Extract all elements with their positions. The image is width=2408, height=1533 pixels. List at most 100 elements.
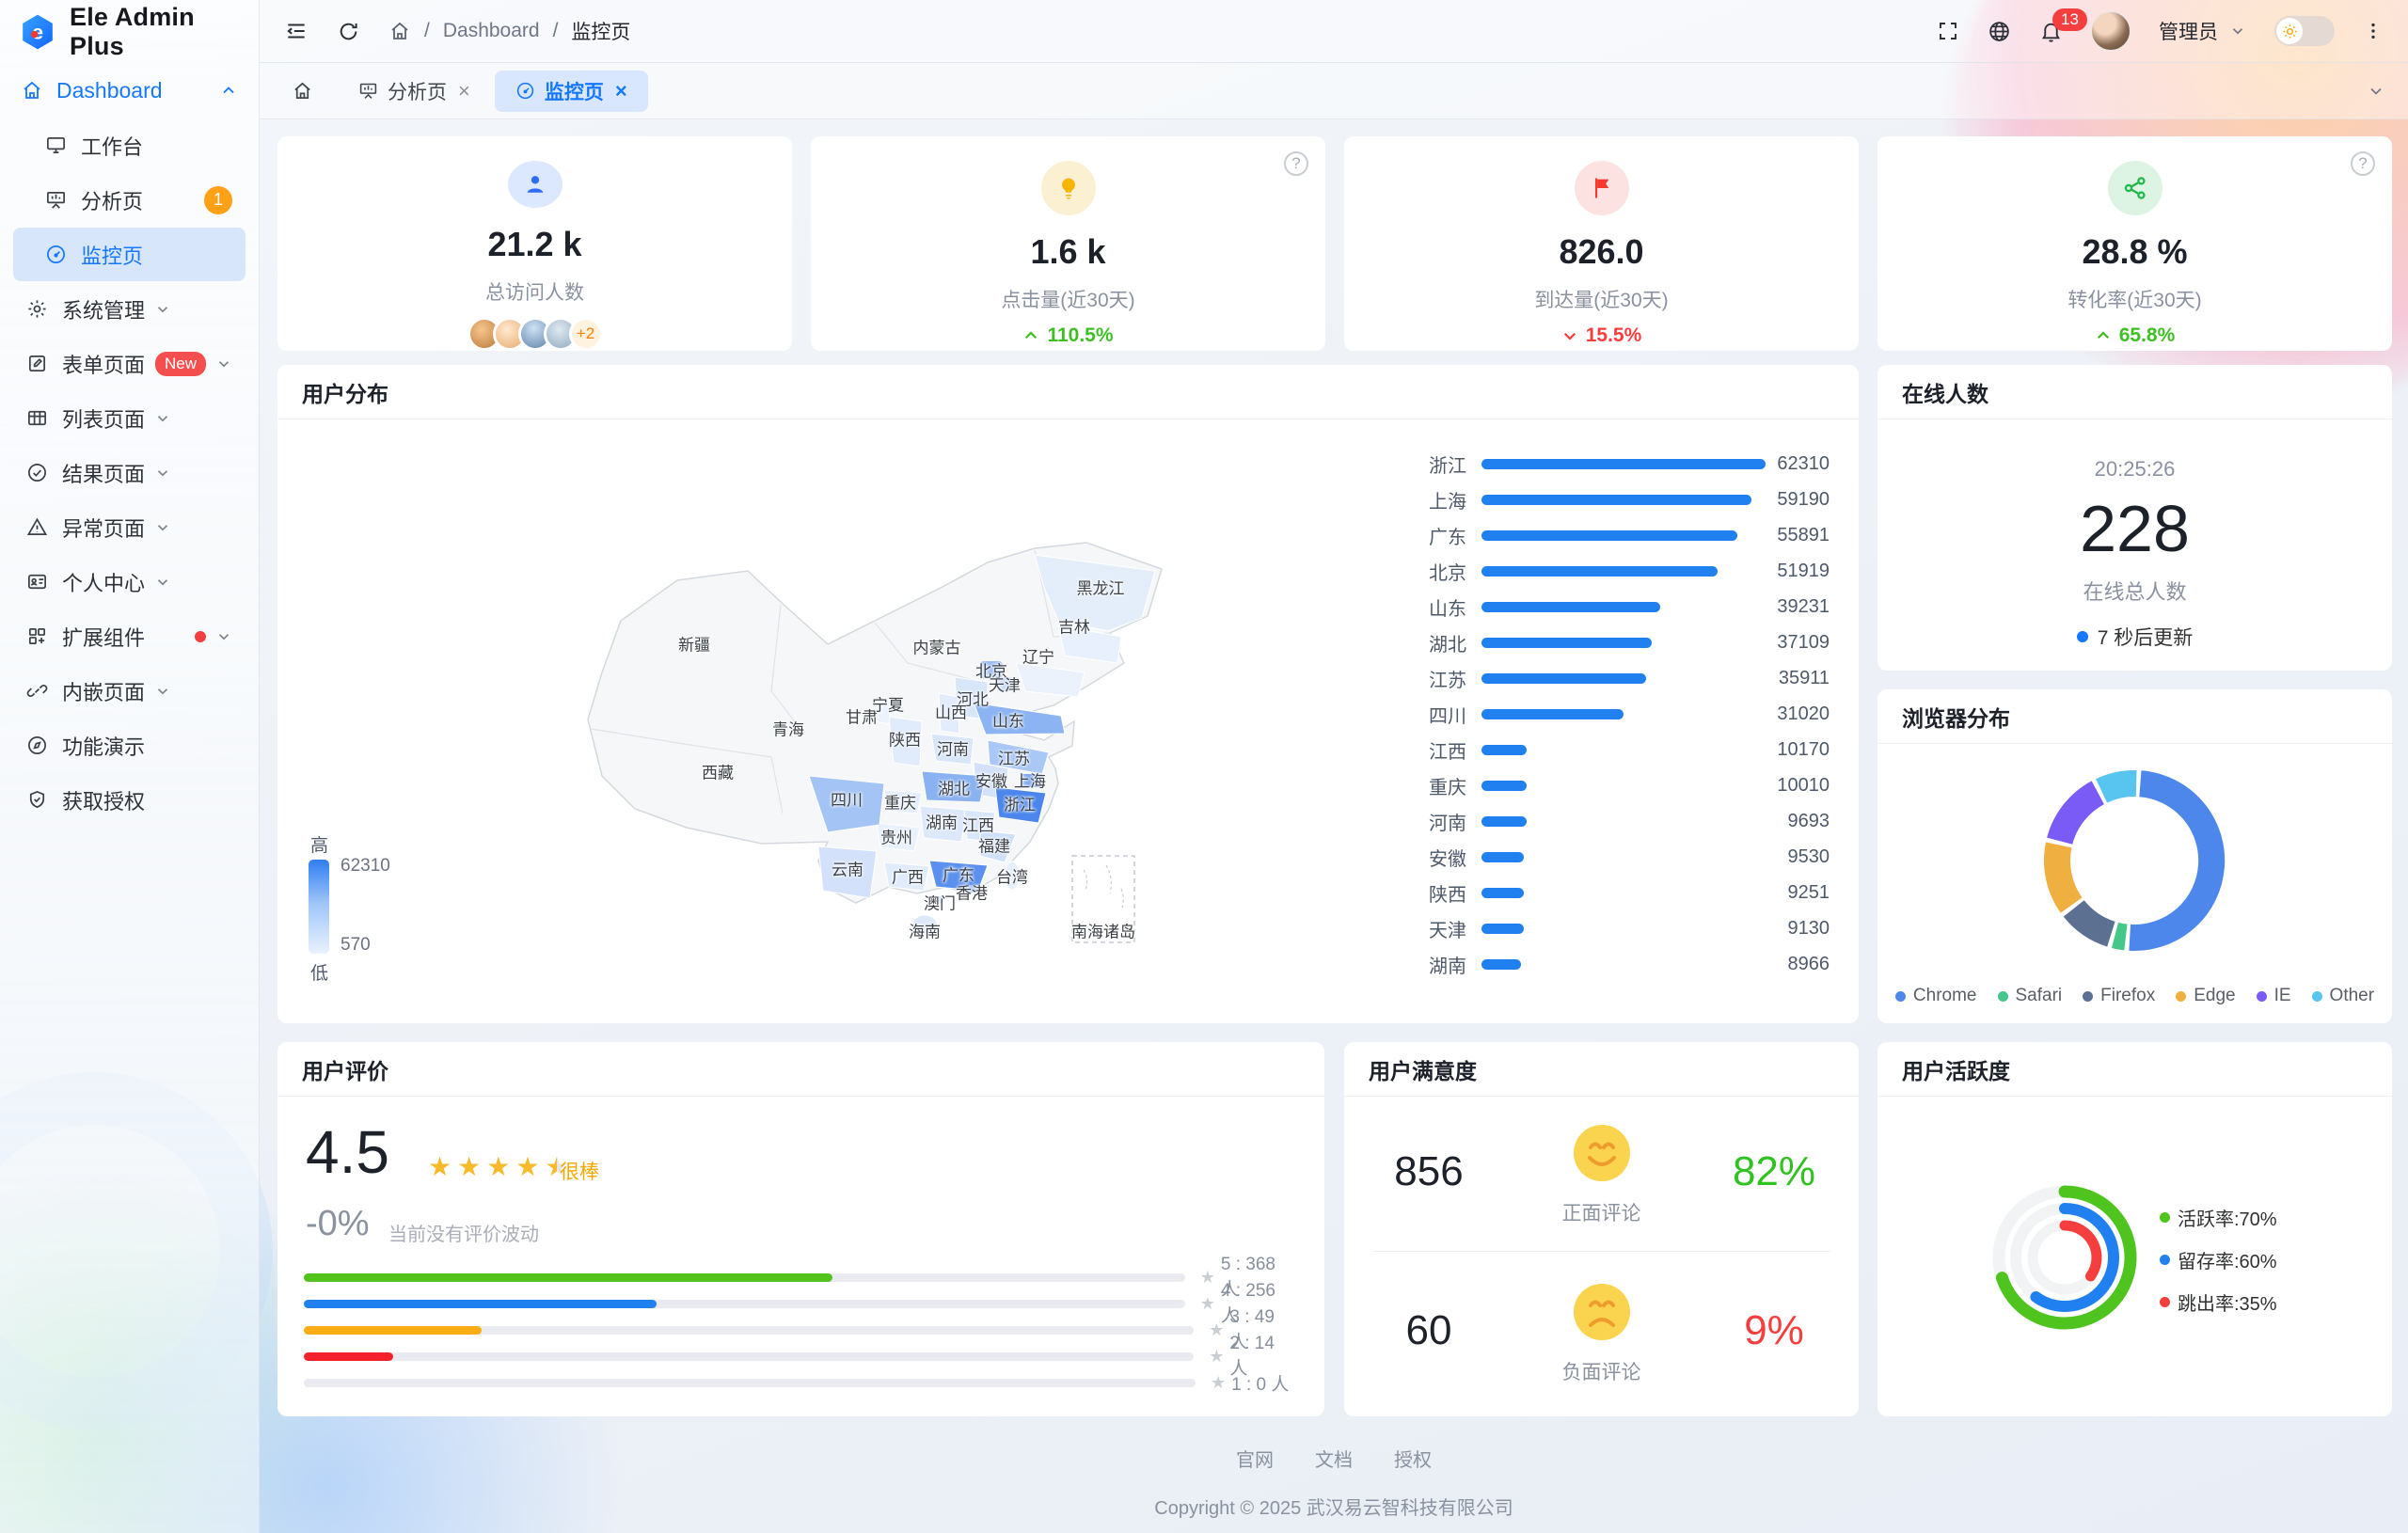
tab-home[interactable] (271, 71, 334, 112)
legend-item[interactable]: Safari (1998, 986, 2063, 1006)
language-globe-icon[interactable] (1988, 20, 2011, 43)
province-bar-row[interactable]: 湖南 8966 (1406, 946, 1830, 982)
rating-fill (304, 1273, 832, 1282)
province-label[interactable]: 宁夏 (872, 692, 904, 716)
tabs-dropdown-chevron-icon[interactable] (2367, 82, 2399, 101)
user-avatar[interactable] (2091, 11, 2131, 51)
help-icon[interactable]: ? (2351, 151, 2375, 176)
sidebar-item[interactable]: 内嵌页面 (13, 664, 246, 718)
logo[interactable]: e Ele Admin Plus (0, 0, 259, 63)
province-label[interactable]: 安徽 (975, 768, 1007, 792)
footer-links: 官网 文档 授权 (260, 1445, 2408, 1472)
province-bar-row[interactable]: 湖北 37109 (1406, 624, 1830, 660)
province-bar-row[interactable]: 江西 10170 (1406, 732, 1830, 767)
province-bar-row[interactable]: 浙江 62310 (1406, 446, 1830, 482)
province-label[interactable]: 上海 (1014, 768, 1046, 792)
sidebar-item[interactable]: 获取授权 (13, 773, 246, 827)
province-label[interactable]: 重庆 (884, 790, 916, 814)
province-label[interactable]: 天津 (989, 672, 1021, 696)
refresh-icon[interactable] (337, 20, 360, 43)
province-label[interactable]: 山西 (935, 700, 967, 723)
browser-donut[interactable] (2031, 757, 2238, 964)
footer-link[interactable]: 官网 (1236, 1445, 1274, 1472)
province-label[interactable]: 西藏 (702, 760, 734, 783)
sidebar-item[interactable]: 异常页面 (13, 500, 246, 554)
sidebar-group-dashboard[interactable]: Dashboard (0, 63, 259, 118)
province-label[interactable]: 河南 (937, 736, 969, 760)
province-label[interactable]: 陕西 (889, 727, 921, 751)
sidebar-item[interactable]: 表单页面 New (13, 337, 246, 390)
province-bar-row[interactable]: 山东 39231 (1406, 589, 1830, 624)
collapse-sidebar-icon[interactable] (284, 19, 309, 43)
province-label[interactable]: 辽宁 (1022, 644, 1054, 668)
province-value: 39231 (1777, 596, 1830, 618)
province-label[interactable]: 黑龙江 (1077, 576, 1125, 599)
province-bar-row[interactable]: 广东 55891 (1406, 517, 1830, 553)
tab-analysis[interactable]: 分析页 × (338, 71, 491, 112)
stat-value: 1.6 k (1030, 232, 1105, 272)
negative-row: 60 负面评论 9% (1344, 1265, 1859, 1397)
star-icon: ★ (457, 1151, 481, 1182)
province-bar-row[interactable]: 北京 51919 (1406, 553, 1830, 589)
province-label[interactable]: 南海诸岛 (1071, 919, 1135, 942)
legend-item[interactable]: Edge (2176, 986, 2235, 1006)
close-icon[interactable]: × (615, 79, 627, 103)
sidebar-item[interactable]: 工作台 (13, 119, 246, 172)
province-bar-row[interactable]: 安徽 9530 (1406, 839, 1830, 875)
province-label[interactable]: 四川 (831, 787, 863, 811)
province-label[interactable]: 青海 (772, 717, 804, 740)
notifications-bell-icon[interactable]: 13 (2039, 20, 2063, 43)
footer-link[interactable]: 授权 (1394, 1445, 1432, 1472)
province-bar-row[interactable]: 重庆 10010 (1406, 767, 1830, 803)
province-bar-row[interactable]: 陕西 9251 (1406, 875, 1830, 910)
activity-gauge[interactable] (1971, 1163, 2159, 1351)
province-label[interactable]: 新疆 (678, 632, 710, 656)
sidebar-item[interactable]: 结果页面 (13, 446, 246, 499)
province-label[interactable]: 澳门 (924, 891, 956, 914)
province-bar-row[interactable]: 河南 9693 (1406, 803, 1830, 839)
username[interactable]: 管理员 (2159, 17, 2218, 45)
breadcrumb-root[interactable]: Dashboard (443, 20, 540, 42)
sidebar-item[interactable]: 个人中心 (13, 555, 246, 608)
sidebar-item[interactable]: 列表页面 (13, 391, 246, 445)
province-label[interactable]: 湖南 (926, 810, 958, 833)
footer-link[interactable]: 文档 (1315, 1445, 1353, 1472)
province-label[interactable]: 湖北 (938, 776, 970, 799)
province-label[interactable]: 江苏 (998, 746, 1030, 769)
close-icon[interactable]: × (458, 79, 470, 103)
sidebar-item[interactable]: 功能演示 (13, 719, 246, 772)
fullscreen-icon[interactable] (1937, 20, 1959, 42)
province-bar-row[interactable]: 天津 9130 (1406, 910, 1830, 946)
sidebar-item[interactable]: 分析页 1 (13, 173, 246, 227)
help-icon[interactable]: ? (1284, 151, 1308, 176)
bar-track (1481, 816, 1766, 827)
province-label[interactable]: 山东 (992, 708, 1024, 732)
tab-monitor[interactable]: 监控页 × (495, 71, 648, 112)
province-label[interactable]: 福建 (978, 833, 1010, 857)
province-label[interactable]: 广西 (892, 864, 924, 888)
province-label[interactable]: 吉林 (1058, 614, 1090, 638)
legend-item[interactable]: IE (2257, 986, 2291, 1006)
china-map[interactable]: 新疆 西藏 青海 甘肃 宁夏 内蒙古 黑龙江 吉林 辽宁 (546, 531, 1204, 973)
breadcrumb-home-icon[interactable] (388, 20, 411, 42)
province-bar-row[interactable]: 江苏 35911 (1406, 660, 1830, 696)
legend-item[interactable]: Other (2312, 986, 2375, 1006)
province-bar-row[interactable]: 四川 31020 (1406, 696, 1830, 732)
province-label[interactable]: 内蒙古 (913, 635, 961, 658)
sidebar-item[interactable]: 监控页 (13, 228, 246, 281)
legend-item[interactable]: Firefox (2083, 986, 2155, 1006)
sidebar-item[interactable]: 扩展组件 (13, 609, 246, 663)
province-label[interactable]: 贵州 (880, 825, 912, 848)
theme-toggle[interactable] (2274, 16, 2335, 46)
province-name: 安徽 (1406, 844, 1466, 871)
province-label[interactable]: 台湾 (996, 864, 1028, 888)
user-menu-chevron-icon[interactable] (2229, 23, 2246, 40)
province-label[interactable]: 海南 (909, 919, 941, 942)
province-label[interactable]: 浙江 (1004, 792, 1036, 815)
province-label[interactable]: 云南 (832, 857, 863, 880)
legend-item[interactable]: Chrome (1895, 986, 1977, 1006)
province-label[interactable]: 香港 (956, 880, 988, 904)
more-menu-icon[interactable] (2363, 21, 2384, 41)
sidebar-item[interactable]: 系统管理 (13, 282, 246, 336)
province-bar-row[interactable]: 上海 59190 (1406, 482, 1830, 517)
